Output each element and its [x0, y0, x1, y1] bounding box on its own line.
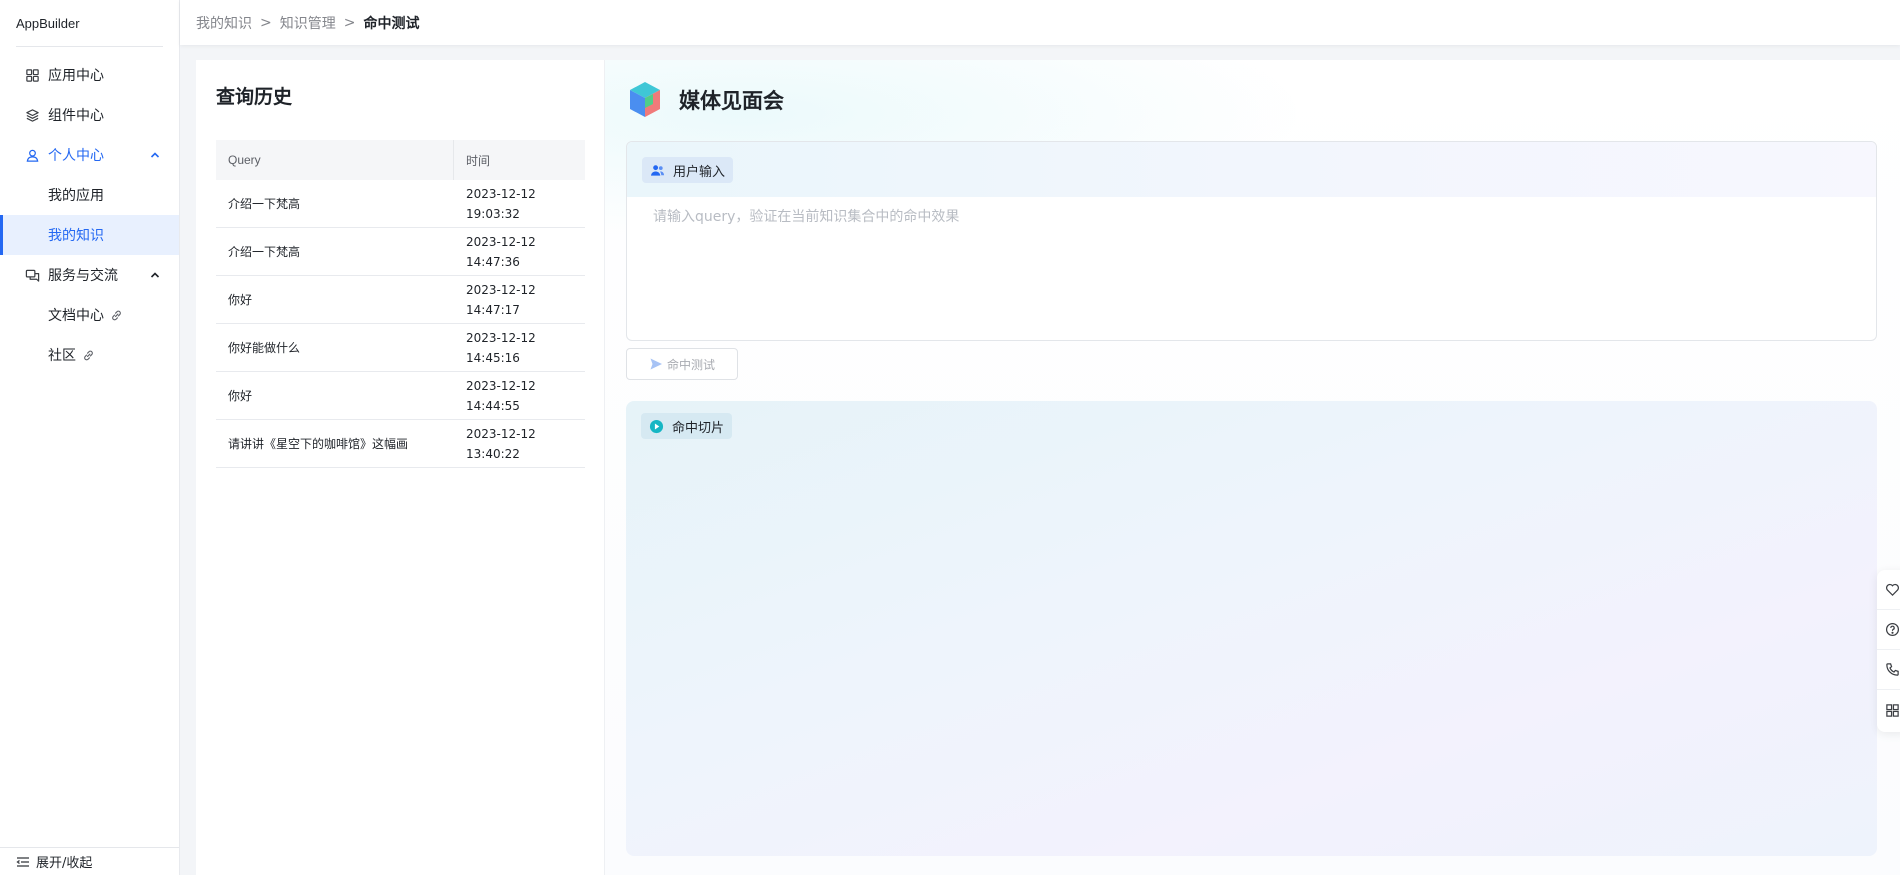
- users-icon: [650, 163, 665, 178]
- breadcrumb-knowledge-management[interactable]: 知识管理: [280, 13, 336, 33]
- sidebar-item-label: 文档中心: [48, 308, 104, 324]
- chat-icon: [24, 267, 40, 283]
- collapse-label: 展开/收起: [36, 856, 93, 871]
- grid-icon: [24, 67, 40, 83]
- column-header-time: 时间: [466, 153, 491, 168]
- sidebar-item-service-exchange[interactable]: 服务与交流: [0, 255, 179, 295]
- breadcrumb: 我的知识 > 知识管理 > 命中测试: [196, 13, 419, 33]
- sidebar-item-label: 应用中心: [48, 68, 104, 84]
- column-header-query: Query: [216, 140, 454, 180]
- sidebar-item-docs[interactable]: 文档中心: [0, 295, 179, 335]
- breadcrumb-separator: >: [343, 14, 356, 31]
- sidebar-item-personal-center[interactable]: 个人中心: [0, 135, 179, 175]
- sidebar: AppBuilder 应用中心 组件中心 个人中心 我的应用 我的知识 服务与交…: [0, 0, 180, 875]
- table-row[interactable]: 介绍一下梵高 2023-12-12 19:03:32: [216, 180, 585, 228]
- sidebar-collapse-toggle[interactable]: 展开/收起: [0, 847, 179, 875]
- sidebar-item-label: 社区: [48, 348, 76, 364]
- send-icon: [649, 357, 663, 371]
- cell-query: 你好能做什么: [228, 341, 301, 355]
- table-row[interactable]: 你好 2023-12-12 14:44:55: [216, 372, 585, 420]
- sidebar-item-label: 我的应用: [48, 188, 104, 204]
- table-header: Query 时间: [216, 140, 585, 180]
- table-row[interactable]: 介绍一下梵高 2023-12-12 14:47:36: [216, 228, 585, 276]
- input-card-header: [627, 142, 1876, 197]
- hit-test-button[interactable]: 命中测试: [626, 348, 738, 380]
- link-icon: [110, 309, 123, 322]
- sidebar-item-label: 组件中心: [48, 108, 104, 124]
- hit-slices-card: 命中切片: [626, 401, 1877, 856]
- table-row[interactable]: 你好 2023-12-12 14:47:17: [216, 276, 585, 324]
- query-history-panel: 查询历史 Query 时间 介绍一下梵高 2023-12-12 19:03:32 …: [196, 60, 605, 875]
- user-icon: [24, 147, 40, 163]
- chevron-up-icon[interactable]: [149, 149, 161, 161]
- cell-query: 请讲讲《星空下的咖啡馆》这幅画: [228, 437, 409, 451]
- sidebar-item-label: 我的知识: [48, 228, 104, 244]
- cell-time: 2023-12-12 13:40:22: [466, 426, 536, 461]
- history-title: 查询历史: [216, 86, 293, 108]
- app-logo-icon: [630, 82, 660, 117]
- help-button[interactable]: [1877, 610, 1900, 650]
- cell-query: 你好: [228, 293, 253, 307]
- sidebar-item-component-center[interactable]: 组件中心: [0, 95, 179, 135]
- cell-time: 2023-12-12 14:44:55: [466, 378, 536, 413]
- link-icon: [82, 349, 95, 362]
- query-input[interactable]: [653, 206, 1853, 326]
- layers-icon: [24, 107, 40, 123]
- apps-icon: [1886, 703, 1899, 717]
- top-header: 我的知识 > 知识管理 > 命中测试: [180, 0, 1900, 45]
- cell-time: 2023-12-12 19:03:32: [466, 186, 536, 221]
- app-name: 媒体见面会: [679, 89, 784, 113]
- brand-logo[interactable]: AppBuilder: [0, 0, 179, 46]
- sidebar-item-community[interactable]: 社区: [0, 335, 179, 375]
- cell-query: 介绍一下梵高: [228, 197, 301, 211]
- history-table: Query 时间 介绍一下梵高 2023-12-12 19:03:32 介绍一下梵…: [216, 140, 585, 468]
- user-input-tag: 用户输入: [642, 157, 734, 183]
- user-input-card: 用户输入: [626, 141, 1877, 341]
- favorite-button[interactable]: [1877, 570, 1900, 610]
- table-row[interactable]: 请讲讲《星空下的咖啡馆》这幅画 2023-12-12 13:40:22: [216, 420, 585, 468]
- help-icon: [1885, 622, 1900, 637]
- phone-icon: [1886, 663, 1899, 676]
- hit-test-panel: 媒体见面会 用户输入 命中测试 命中切片: [605, 60, 1900, 875]
- breadcrumb-my-knowledge[interactable]: 我的知识: [196, 13, 252, 33]
- sidebar-nav: 应用中心 组件中心 个人中心 我的应用 我的知识 服务与交流 文档中心 社区: [0, 47, 179, 375]
- cell-query: 你好: [228, 389, 253, 403]
- sidebar-item-my-knowledge[interactable]: 我的知识: [0, 215, 179, 255]
- apps-button[interactable]: [1877, 690, 1900, 730]
- sidebar-item-app-center[interactable]: 应用中心: [0, 55, 179, 95]
- menu-fold-icon: [16, 855, 30, 869]
- hit-test-button-label: 命中测试: [666, 357, 715, 372]
- cell-time: 2023-12-12 14:47:17: [466, 282, 536, 317]
- contact-button[interactable]: [1877, 650, 1900, 690]
- breadcrumb-current: 命中测试: [363, 15, 420, 32]
- table-row[interactable]: 你好能做什么 2023-12-12 14:45:16: [216, 324, 585, 372]
- user-input-tag-label: 用户输入: [673, 164, 726, 180]
- hit-slices-tag: 命中切片: [641, 413, 733, 439]
- floating-toolbar: [1877, 570, 1900, 732]
- cell-query: 介绍一下梵高: [228, 245, 301, 259]
- sidebar-item-my-apps[interactable]: 我的应用: [0, 175, 179, 215]
- chevron-up-icon[interactable]: [149, 269, 161, 281]
- sidebar-item-label: 个人中心: [48, 148, 104, 164]
- cell-time: 2023-12-12 14:47:36: [466, 234, 536, 269]
- cell-time: 2023-12-12 14:45:16: [466, 330, 536, 365]
- heart-icon: [1886, 583, 1899, 596]
- sidebar-item-label: 服务与交流: [48, 268, 118, 284]
- play-circle-icon: [649, 419, 664, 434]
- app-header: 媒体见面会: [627, 80, 784, 120]
- hit-slices-tag-label: 命中切片: [672, 420, 725, 436]
- breadcrumb-separator: >: [260, 14, 272, 31]
